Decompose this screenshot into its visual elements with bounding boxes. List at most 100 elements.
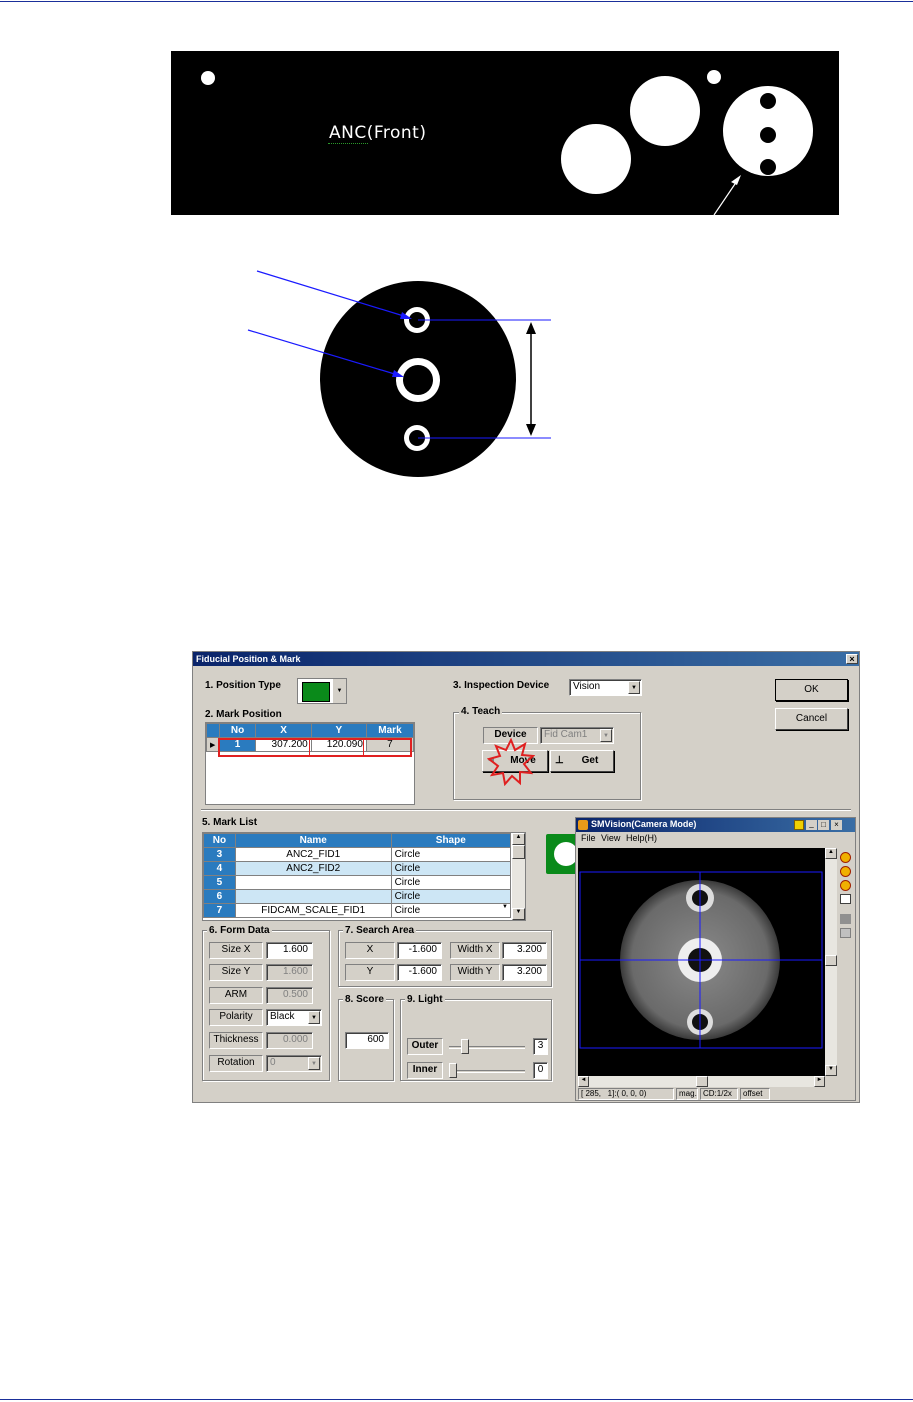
zoom-fit-icon[interactable] <box>840 880 851 891</box>
scroll-down-icon[interactable]: ▼ <box>512 908 525 920</box>
table-row[interactable]: 6 Circle <box>203 889 512 904</box>
row-indicator-header <box>206 723 220 738</box>
close-icon[interactable]: × <box>846 654 858 664</box>
scroll-down-icon[interactable]: ▼ <box>825 1065 837 1076</box>
scroll-right-icon[interactable]: ► <box>814 1076 825 1087</box>
search-area-label: 7. Search Area <box>343 925 417 936</box>
vision-title: SMVision(Camera Mode) <box>591 819 697 829</box>
outer-slider-thumb[interactable] <box>461 1039 469 1054</box>
anc-label-underline <box>328 142 368 144</box>
device-select: Fid Cam1 ▼ <box>540 727 614 744</box>
outer-label: Outer <box>407 1038 443 1055</box>
app-logo-icon <box>578 820 588 830</box>
ok-button[interactable]: OK <box>775 679 848 701</box>
scroll-left-icon[interactable]: ◄ <box>578 1076 589 1087</box>
cell-no: 5 <box>203 875 236 890</box>
inner-slider-thumb[interactable] <box>449 1063 457 1078</box>
sa-x-field[interactable]: -1.600 <box>397 942 442 959</box>
polarity-select[interactable]: Black ▼ <box>266 1009 322 1026</box>
position-type-picker[interactable]: ▼ <box>297 678 347 704</box>
dialog-title: Fiducial Position & Mark <box>193 652 859 666</box>
y-cell-highlight-box <box>309 739 364 756</box>
inspection-device-value: Vision <box>573 681 601 692</box>
click-burst-icon <box>487 738 535 786</box>
menu-view[interactable]: View <box>601 833 620 843</box>
camera-vscrollbar[interactable]: ▲ ▼ <box>825 848 837 1076</box>
cell-shape[interactable]: Circle ▼ <box>390 903 512 918</box>
camera-view[interactable] <box>578 848 825 1076</box>
vision-toolbar <box>840 852 854 962</box>
zoom-out-icon[interactable] <box>840 866 851 877</box>
camera-image <box>579 871 823 1049</box>
gray-tool-icon[interactable] <box>840 914 851 924</box>
cell-shape: Circle <box>390 861 512 876</box>
device-value: Fid Cam1 <box>544 729 588 740</box>
dropdown-arrow-icon: ▼ <box>502 904 508 910</box>
cell-name: ANC2_FID1 <box>234 847 392 862</box>
size-x-label: Size X <box>209 942 263 959</box>
position-type-label: 1. Position Type <box>205 680 281 691</box>
fiducial-diagram <box>247 270 551 477</box>
table-row[interactable]: 7 FIDCAM_SCALE_FID1 Circle ▼ <box>203 903 512 918</box>
polarity-value: Black <box>270 1011 295 1022</box>
col-name: Name <box>234 833 392 848</box>
menu-file[interactable]: File <box>581 833 596 843</box>
menu-help[interactable]: Help(H) <box>626 833 657 843</box>
score-label: 8. Score <box>343 994 386 1005</box>
section-separator <box>201 809 851 811</box>
top-rule <box>0 1 913 2</box>
table-row[interactable]: 3 ANC2_FID1 Circle <box>203 847 512 862</box>
scroll-up-icon[interactable]: ▲ <box>825 848 837 859</box>
mark-list-table: No Name Shape 3 ANC2_FID1 Circle 4 ANC2_… <box>203 833 512 918</box>
maximize-icon[interactable]: □ <box>818 820 829 830</box>
axis-icon: ⊥ <box>555 755 564 766</box>
get-button[interactable]: ⊥ Get <box>550 750 614 772</box>
thickness-field: 0.000 <box>266 1032 313 1049</box>
vision-statusbar: [ 285, 1]:( 0, 0, 0) mag. CD:1/2x offset <box>576 1088 855 1100</box>
status-mag: mag. <box>676 1088 698 1100</box>
status-cd: CD:1/2x <box>700 1088 738 1100</box>
sa-width-y-field[interactable]: 3.200 <box>502 964 547 981</box>
sa-width-x-field[interactable]: 3.200 <box>502 942 547 959</box>
rotation-label: Rotation <box>209 1055 263 1072</box>
green-swatch-icon <box>302 682 330 702</box>
camera-hscrollbar[interactable]: ◄ ► <box>578 1076 825 1087</box>
window-icon[interactable] <box>840 894 851 904</box>
status-offset: offset <box>740 1088 770 1100</box>
cell-no: 3 <box>203 847 236 862</box>
cell-shape: Circle <box>390 875 512 890</box>
shape-value: Circle <box>394 905 421 916</box>
minimize-icon[interactable]: _ <box>806 820 817 830</box>
zoom-in-icon[interactable] <box>840 852 851 863</box>
cancel-button[interactable]: Cancel <box>775 708 848 730</box>
scroll-thumb[interactable] <box>512 845 525 859</box>
rotation-select: 0 ▼ <box>266 1055 322 1072</box>
score-field[interactable]: 600 <box>345 1032 389 1049</box>
size-x-field[interactable]: 1.600 <box>266 942 313 959</box>
sa-y-field[interactable]: -1.600 <box>397 964 442 981</box>
form-data-label: 6. Form Data <box>207 925 272 936</box>
size-y-field: 1.600 <box>266 964 313 981</box>
table-row[interactable]: 4 ANC2_FID2 Circle <box>203 861 512 876</box>
mark-list-scrollbar[interactable]: ▲ ▼ <box>512 833 525 920</box>
table-row[interactable]: 5 Circle <box>203 875 512 890</box>
inner-slider[interactable] <box>447 1062 527 1079</box>
arm-label: ARM <box>209 987 263 1004</box>
close-icon[interactable]: × <box>831 820 842 830</box>
pin-icon[interactable] <box>794 820 804 830</box>
size-y-label: Size Y <box>209 964 263 981</box>
scroll-thumb[interactable] <box>825 955 837 966</box>
col-no: No <box>218 723 257 738</box>
bottom-rule <box>0 1399 913 1400</box>
scroll-thumb[interactable] <box>696 1076 708 1087</box>
outer-slider[interactable] <box>447 1038 527 1055</box>
inspection-device-select[interactable]: Vision ▼ <box>569 679 642 696</box>
status-coords: [ 285, 1]:( 0, 0, 0) <box>578 1088 674 1100</box>
thickness-label: Thickness <box>209 1032 263 1049</box>
inspection-device-label: 3. Inspection Device <box>453 680 550 691</box>
col-mark: Mark <box>365 723 415 738</box>
settings-icon[interactable] <box>840 928 851 938</box>
teach-label: 4. Teach <box>459 706 503 717</box>
scroll-up-icon[interactable]: ▲ <box>512 833 525 845</box>
vision-window: SMVision(Camera Mode) _ □ × File View He… <box>575 817 856 1101</box>
